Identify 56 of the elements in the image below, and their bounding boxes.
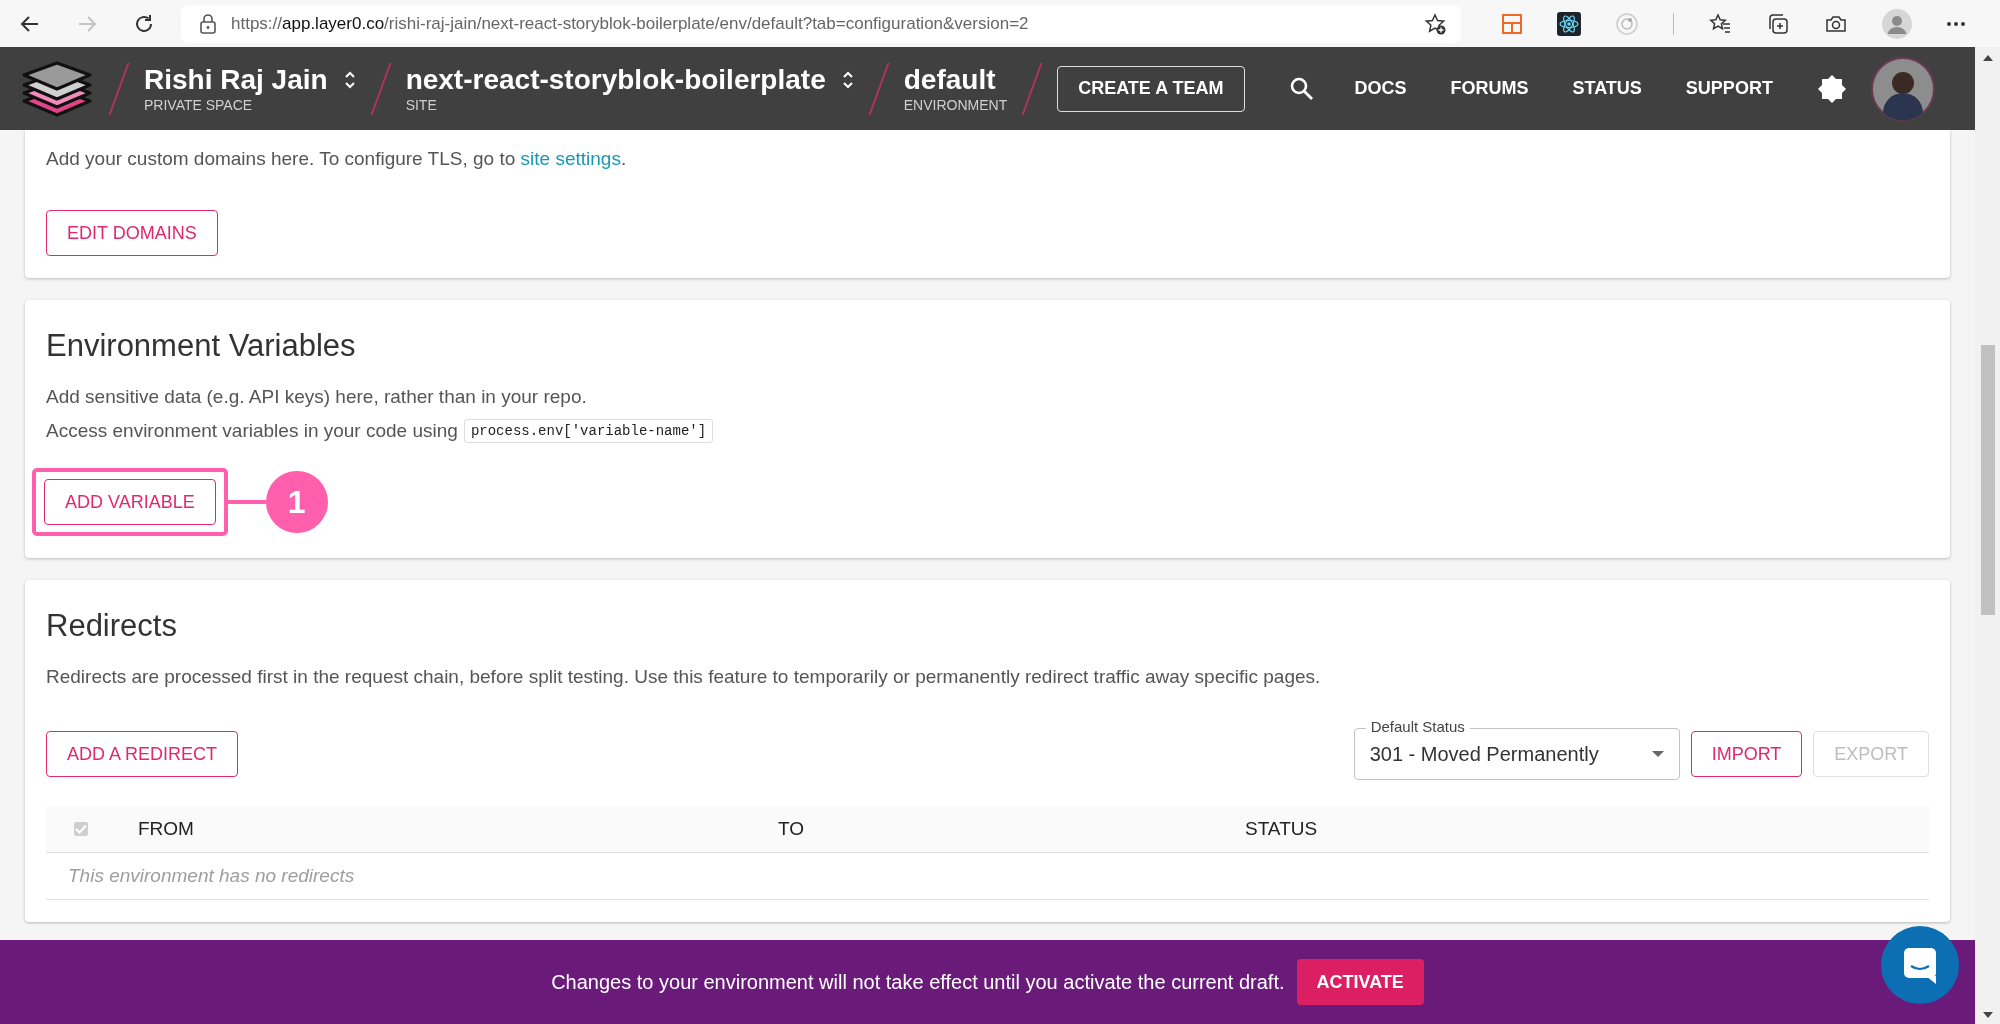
section-title: Environment Variables (46, 328, 357, 364)
nav-link[interactable]: STATUS (1572, 78, 1642, 99)
lock-icon (199, 13, 217, 34)
action-button[interactable]: IMPORT (1690, 731, 1803, 777)
description-text: Add your custom domains here. To configure TLS, go to site settings. (46, 147, 628, 171)
nav-link[interactable]: SUPPORT (1685, 78, 1773, 99)
code-snippet: process.env['variable-name'] (463, 419, 714, 443)
column-header: FROM (138, 818, 195, 840)
switch-icon[interactable] (841, 69, 854, 90)
scrollbar[interactable] (1975, 47, 2000, 1024)
breadcrumb[interactable]: next-react-storyblok-boilerplate SITE (405, 63, 854, 114)
column-header: STATUS (1245, 818, 1318, 840)
breadcrumb-subtitle: PRIVATE SPACE (144, 95, 254, 114)
scrollbar-thumb[interactable] (1980, 345, 1995, 615)
add-variable-button[interactable]: ADD VARIABLE (44, 479, 216, 525)
nav-link[interactable]: DOCS (1354, 78, 1407, 99)
breadcrumb[interactable]: default ENVIRONMENT (903, 63, 1008, 114)
add-redirect-button[interactable]: ADD A REDIRECT (46, 731, 239, 777)
check-icon (75, 824, 87, 834)
breadcrumb-title: next-react-storyblok-boilerplate (405, 63, 826, 96)
address-bar[interactable]: https://app.layer0.co/rishi-raj-jain/next-react-storyblok-boilerplate/env/default?tab=configuration&version=2 (181, 4, 1461, 43)
nav-link[interactable]: FORUMS (1450, 78, 1529, 99)
favorites-icon[interactable] (1708, 11, 1732, 36)
edit-domains-button[interactable]: EDIT DOMAINS (46, 210, 218, 256)
section-title: Redirects (46, 608, 178, 644)
scroll-down-icon[interactable] (1982, 1012, 1993, 1018)
breadcrumb[interactable]: Rishi Raj Jain PRIVATE SPACE (144, 63, 356, 114)
theme-toggle-icon[interactable] (1816, 73, 1847, 104)
search-icon[interactable] (1288, 75, 1315, 102)
breadcrumb-subtitle: ENVIRONMENT (903, 95, 1008, 114)
step-marker: 1 (265, 471, 328, 533)
url-text: https://app.layer0.co/rishi-raj-jain/next-react-storyblok-boilerplate/env/default?tab=configuration&version=2 (231, 13, 1029, 34)
default-status-select[interactable]: Default Status 301 - Moved Permanently (1353, 718, 1680, 780)
avatar[interactable] (1870, 56, 1935, 121)
dropdown-icon[interactable] (1651, 751, 1664, 757)
chat-button[interactable] (1881, 926, 1959, 1004)
breadcrumb-subtitle: SITE (405, 95, 438, 114)
description-text: Add sensitive data (e.g. API keys) here, rather than in your repo. (46, 385, 588, 409)
scroll-up-icon[interactable] (1982, 55, 1993, 61)
profile-icon[interactable] (1882, 8, 1912, 39)
breadcrumb-title: Rishi Raj Jain (144, 63, 328, 96)
empty-message: This environment has no redirects (68, 865, 355, 887)
switch-icon[interactable] (343, 69, 356, 90)
banner-text: Changes to your environment will not take effect until you activate the current draft. (551, 970, 1285, 994)
select-value: 301 - Moved Permanently (1369, 742, 1599, 766)
column-header: TO (778, 818, 806, 840)
more-icon[interactable] (1946, 20, 1966, 27)
create-team-button[interactable]: CREATE A TEAM (1057, 65, 1245, 112)
layout-icon[interactable] (1501, 12, 1523, 35)
description-text: Redirects are processed first in the request chain, before split testing. Use this feature to temporarily or permanently redirect traffic away specific pages. (46, 665, 1322, 689)
collections-icon[interactable] (1766, 11, 1790, 36)
breadcrumb-title: default (903, 63, 997, 96)
description-text: Access environment variables in your code using (46, 419, 458, 443)
atom-icon[interactable] (1557, 11, 1581, 36)
favorite-add-icon[interactable] (1423, 11, 1447, 36)
activate-button[interactable]: ACTIVATE (1296, 959, 1424, 1005)
